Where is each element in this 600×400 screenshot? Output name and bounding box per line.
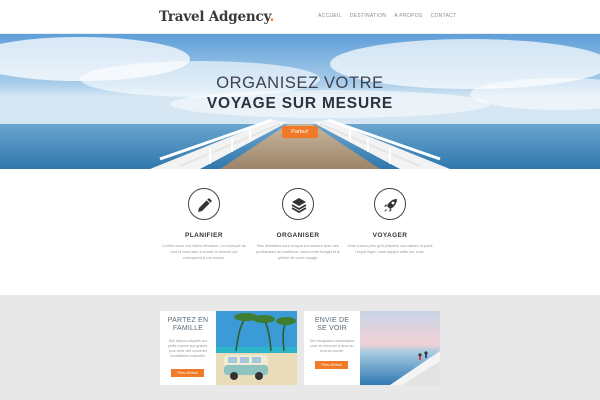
- hero-title-line1: ORGANISEZ VOTRE: [216, 74, 384, 92]
- feature-travel-text: Vous n'avez plus qu'à préparer vos valis…: [347, 244, 433, 254]
- feature-organize: ORGANISER Nos itinéraires sont conçus su…: [253, 188, 343, 261]
- promo-card-family-title: PARTEZ EN FAMILLE: [167, 317, 209, 332]
- feature-organize-text: Nos itinéraires sont conçus sur mesure a…: [255, 244, 340, 260]
- family-van-image: [216, 311, 297, 385]
- brand-logo[interactable]: Travel Adgency.: [159, 9, 274, 25]
- feature-travel-title: VOYAGER: [372, 232, 408, 239]
- feature-travel: VOYAGER Vous n'avez plus qu'à préparer v…: [345, 188, 435, 255]
- promo-card-couple: ENVIE DE SE VOIR Des escapades romantiqu…: [304, 311, 440, 385]
- brand-name: Travel Adgency: [159, 9, 270, 25]
- promo-card-family-text: Des séjours adaptés aux petits comme aux…: [167, 339, 209, 358]
- brand-dot: .: [269, 9, 275, 25]
- feature-plan: PLANIFIER Confiez-nous vos idées d'évasi…: [159, 188, 249, 261]
- nav-destination-link[interactable]: Destination: [350, 13, 387, 19]
- nav-home-link[interactable]: Accueil: [318, 13, 342, 19]
- layers-icon: [282, 188, 314, 220]
- rocket-icon: [374, 188, 406, 220]
- feature-plan-text: Confiez-nous vos idées d'évasion, on s'o…: [162, 244, 246, 260]
- hero-banner: ORGANISEZ VOTRE VOYAGE SUR MESURE Partez…: [0, 34, 600, 169]
- hero-title: ORGANISEZ VOTRE VOYAGE SUR MESURE: [0, 75, 600, 111]
- couple-beach-image: [360, 311, 440, 385]
- promo-card-couple-button[interactable]: Plus d'infos: [315, 361, 348, 369]
- promo-card-couple-text: Des escapades romantiques pour se retrou…: [309, 339, 355, 353]
- pen-icon: [188, 188, 220, 220]
- feature-plan-title: PLANIFIER: [185, 232, 223, 239]
- hero-cta-button[interactable]: Partez!: [282, 126, 318, 138]
- nav-contact-link[interactable]: Contact: [431, 13, 457, 19]
- main-nav: Accueil Destination A propos Contact: [318, 13, 456, 19]
- promo-card-family: PARTEZ EN FAMILLE Des séjours adaptés au…: [160, 311, 297, 385]
- promo-card-family-button[interactable]: Plus d'infos: [171, 369, 204, 377]
- promo-card-couple-content: ENVIE DE SE VOIR Des escapades romantiqu…: [304, 311, 360, 385]
- promo-card-couple-title: ENVIE DE SE VOIR: [314, 317, 350, 332]
- features-section: PLANIFIER Confiez-nous vos idées d'évasi…: [0, 169, 600, 295]
- promo-section: PARTEZ EN FAMILLE Des séjours adaptés au…: [0, 295, 600, 400]
- hero-title-line2: VOYAGE SUR MESURE: [206, 94, 394, 112]
- nav-about-link[interactable]: A propos: [394, 13, 422, 19]
- feature-organize-title: ORGANISER: [276, 232, 320, 239]
- site-header: Travel Adgency. Accueil Destination A pr…: [0, 0, 600, 34]
